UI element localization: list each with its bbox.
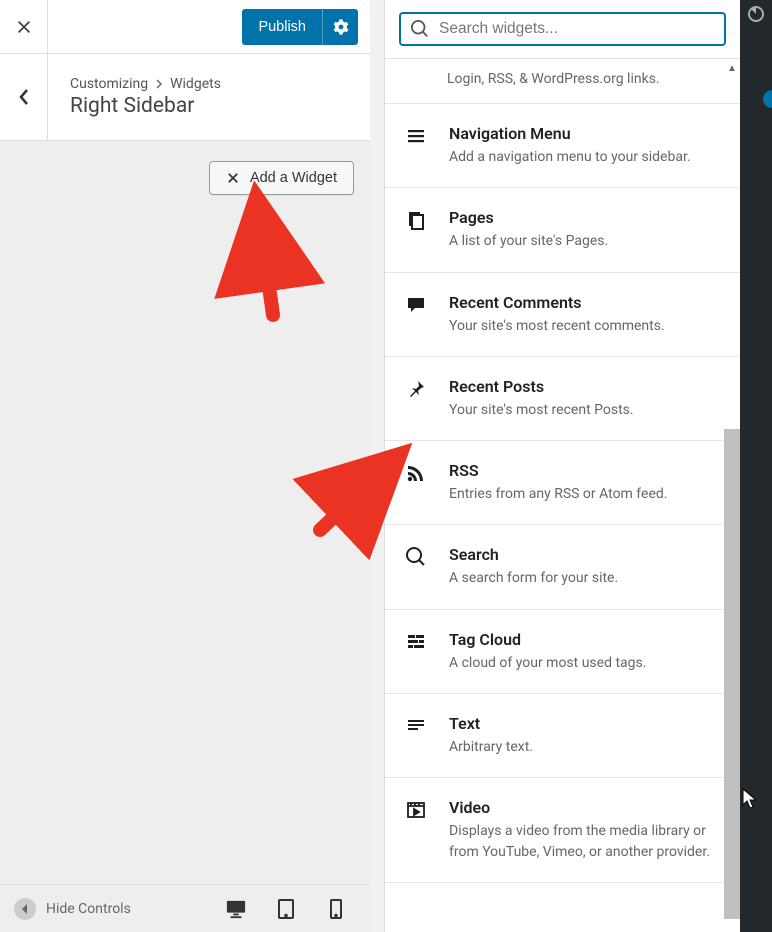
- widget-desc: Login, RSS, & WordPress.org links.: [447, 71, 660, 87]
- breadcrumb-prefix: Customizing: [70, 76, 148, 92]
- device-desktop-button[interactable]: [216, 890, 256, 928]
- add-widget-button[interactable]: Add a Widget: [209, 161, 354, 195]
- page-title: Right Sidebar: [70, 94, 221, 118]
- widget-item-meta-partial[interactable]: Login, RSS, & WordPress.org links.: [385, 59, 740, 104]
- publish-button[interactable]: Publish: [242, 9, 322, 45]
- site-preview-edge: [740, 0, 772, 932]
- widget-desc: A list of your site's Pages.: [449, 231, 718, 251]
- widget-desc: Your site's most recent Posts.: [449, 400, 718, 420]
- widget-title: Search: [449, 545, 718, 564]
- customizer-panel: Publish Customizing Widgets Right Sideba…: [0, 0, 370, 932]
- widget-item[interactable]: Recent Posts Your site's most recent Post…: [385, 357, 740, 441]
- scrollbar-up-arrow[interactable]: ▲: [724, 59, 740, 77]
- widget-title: Tag Cloud: [449, 630, 718, 649]
- widget-title: Pages: [449, 208, 718, 227]
- widget-item[interactable]: Video Displays a video from the media lib…: [385, 778, 740, 883]
- widget-item[interactable]: RSS Entries from any RSS or Atom feed.: [385, 441, 740, 525]
- widget-title: Navigation Menu: [449, 124, 718, 143]
- hide-controls-label: Hide Controls: [46, 901, 131, 917]
- chevron-left-icon: [21, 904, 29, 914]
- breadcrumb-section: Widgets: [170, 76, 221, 92]
- customizer-footer: Hide Controls: [0, 884, 370, 932]
- widget-title: Recent Comments: [449, 293, 718, 312]
- search-icon: [405, 545, 427, 588]
- back-button[interactable]: [0, 54, 48, 141]
- customizer-header: Publish: [0, 0, 370, 54]
- close-button[interactable]: [0, 0, 48, 54]
- pages-icon: [405, 208, 427, 251]
- rss-icon: [405, 461, 427, 504]
- widget-desc: Add a navigation menu to your sidebar.: [449, 147, 718, 167]
- add-widget-label: Add a Widget: [250, 170, 337, 186]
- widget-search-wrap: [385, 0, 740, 59]
- widget-item[interactable]: Tag Cloud A cloud of your most used tags.: [385, 610, 740, 694]
- widget-desc: Displays a video from the media library …: [449, 821, 718, 862]
- widget-desc: Your site's most recent comments.: [449, 316, 718, 336]
- scrollbar-thumb[interactable]: [724, 429, 740, 919]
- close-icon: [226, 171, 240, 185]
- widget-desc: A search form for your site.: [449, 568, 718, 588]
- tablet-icon: [278, 899, 294, 919]
- widget-item[interactable]: Navigation Menu Add a navigation menu to …: [385, 104, 740, 188]
- widget-list[interactable]: ▲ Login, RSS, & WordPress.org links. Nav…: [385, 59, 740, 932]
- hide-controls-button[interactable]: Hide Controls: [14, 898, 206, 920]
- mobile-icon: [330, 899, 342, 919]
- widget-desc: Arbitrary text.: [449, 737, 718, 757]
- video-icon: [405, 798, 427, 862]
- widget-desc: Entries from any RSS or Atom feed.: [449, 484, 718, 504]
- breadcrumb: Customizing Widgets: [70, 76, 221, 92]
- widget-title: Video: [449, 798, 718, 817]
- comment-icon: [405, 293, 427, 336]
- desktop-icon: [225, 899, 247, 919]
- menu-icon: [405, 124, 427, 167]
- chevron-right-icon: [156, 79, 162, 89]
- widget-title: RSS: [449, 461, 718, 480]
- device-mobile-button[interactable]: [316, 890, 356, 928]
- pin-icon: [405, 377, 427, 420]
- gear-icon: [333, 19, 349, 35]
- widget-item[interactable]: Text Arbitrary text.: [385, 694, 740, 778]
- breadcrumb-row: Customizing Widgets Right Sidebar: [0, 54, 370, 141]
- widget-desc: A cloud of your most used tags.: [449, 653, 718, 673]
- widget-search-input[interactable]: [439, 20, 714, 38]
- widget-area-body: Add a Widget: [0, 141, 370, 884]
- text-icon: [405, 714, 427, 757]
- widget-item[interactable]: Search A search form for your site.: [385, 525, 740, 609]
- widget-item[interactable]: Pages A list of your site's Pages.: [385, 188, 740, 272]
- search-icon: [411, 20, 429, 38]
- edit-shortcut-icon: [763, 90, 772, 108]
- device-tablet-button[interactable]: [266, 890, 306, 928]
- widget-picker-panel: ▲ Login, RSS, & WordPress.org links. Nav…: [384, 0, 740, 932]
- widget-title: Recent Posts: [449, 377, 718, 396]
- widget-item[interactable]: Recent Comments Your site's most recent c…: [385, 273, 740, 357]
- dashboard-meter-icon: [746, 4, 766, 28]
- widget-title: Text: [449, 714, 718, 733]
- tagcloud-icon: [405, 630, 427, 673]
- publish-settings-button[interactable]: [322, 9, 358, 45]
